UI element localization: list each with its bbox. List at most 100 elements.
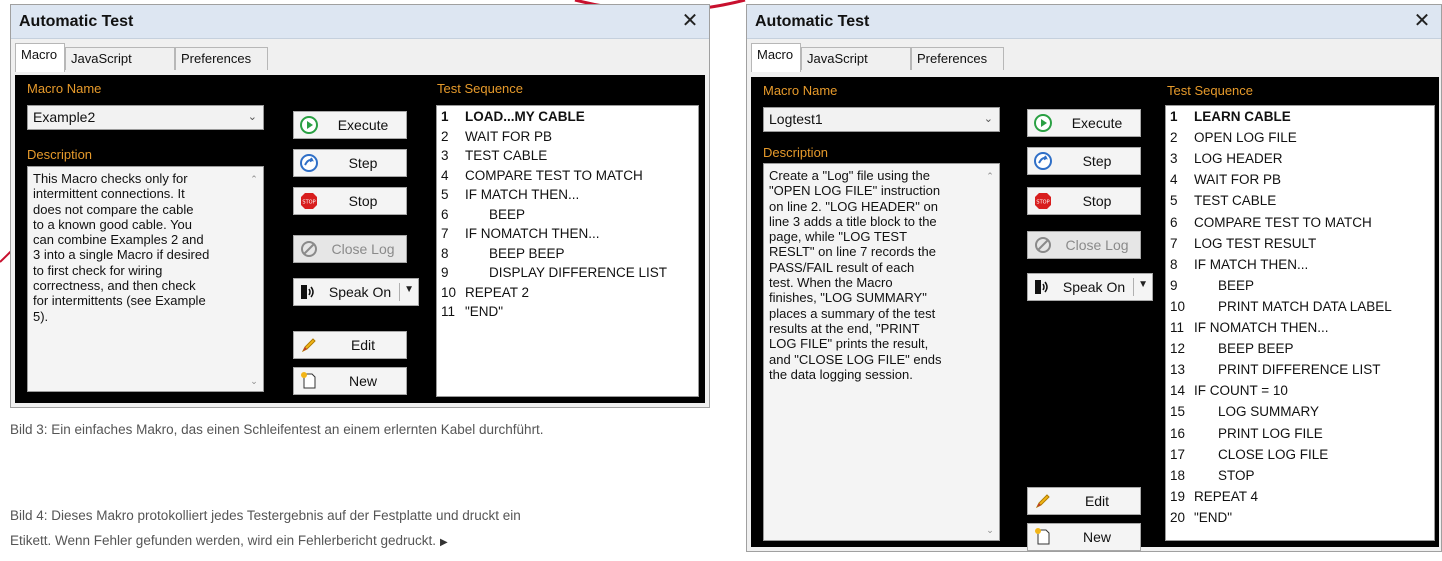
edit-label: Edit [1084, 493, 1110, 509]
tab-javascript[interactable]: JavaScript [65, 47, 175, 70]
macro-name-select[interactable]: Example2 ⌄ [27, 105, 264, 130]
sequence-row[interactable]: 11 "END" [441, 304, 696, 322]
sequence-row[interactable]: 16 PRINT LOG FILE [1170, 426, 1432, 444]
execute-button[interactable]: Execute [1027, 109, 1141, 137]
description-line: LOG FILE" prints the result, [769, 336, 929, 352]
close-icon[interactable]: ✕ [679, 10, 701, 32]
new-button[interactable]: New [293, 367, 407, 395]
description-line: correctness, and then check [33, 278, 196, 294]
stop-sign-icon: STOP [301, 193, 317, 209]
sequence-row[interactable]: 10 PRINT MATCH DATA LABEL [1170, 299, 1432, 317]
stop-button[interactable]: STOP Stop [293, 187, 407, 215]
edit-button[interactable]: Edit [293, 331, 407, 359]
sequence-row[interactable]: 15 LOG SUMMARY [1170, 404, 1432, 422]
tab-macro[interactable]: Macro [751, 43, 801, 72]
sequence-line-number: 10 [1170, 298, 1186, 314]
step-button[interactable]: Step [1027, 147, 1141, 175]
close-log-button[interactable]: Close Log [1027, 231, 1141, 259]
sequence-row[interactable]: 1 LEARN CABLE [1170, 109, 1432, 127]
sequence-line-number: 9 [1170, 277, 1178, 293]
close-icon[interactable]: ✕ [1411, 10, 1433, 32]
dropdown-arrow-icon[interactable]: ▼ [1138, 279, 1148, 290]
sequence-row[interactable]: 19 REPEAT 4 [1170, 489, 1432, 507]
description-textarea[interactable]: Create a "Log" file using the "OPEN LOG F… [763, 163, 1000, 541]
speak-on-button[interactable]: Speak On ▼ [293, 278, 419, 306]
description-scrollbar[interactable]: ⌃ ⌄ [982, 165, 998, 539]
speak-on-button[interactable]: Speak On ▼ [1027, 273, 1153, 301]
sequence-row[interactable]: 12 BEEP BEEP [1170, 341, 1432, 359]
sequence-row[interactable]: 20 "END" [1170, 510, 1432, 528]
sequence-instruction: BEEP BEEP [1218, 341, 1294, 357]
stop-sign-icon: STOP [1035, 193, 1051, 209]
close-log-button[interactable]: Close Log [293, 235, 407, 263]
edit-button[interactable]: Edit [1027, 487, 1141, 515]
sequence-row[interactable]: 5 IF MATCH THEN... [441, 187, 696, 205]
dropdown-arrow-icon[interactable]: ▼ [404, 284, 414, 295]
sequence-row[interactable]: 17 CLOSE LOG FILE [1170, 447, 1432, 465]
automatic-test-dialog-left: Automatic Test ✕ Macro JavaScript Prefer… [10, 4, 710, 408]
sequence-row[interactable]: 18 STOP [1170, 468, 1432, 486]
scroll-up-icon[interactable]: ⌃ [982, 169, 998, 183]
description-line: This Macro checks only for [33, 171, 188, 186]
sequence-row[interactable]: 14 IF COUNT = 10 [1170, 383, 1432, 401]
scroll-up-icon[interactable]: ⌃ [246, 172, 262, 186]
tab-javascript[interactable]: JavaScript [801, 47, 911, 70]
sequence-row[interactable]: 7 LOG TEST RESULT [1170, 236, 1432, 254]
sequence-row[interactable]: 4 COMPARE TEST TO MATCH [441, 168, 696, 186]
description-line: can combine Examples 2 and [33, 232, 204, 248]
sequence-row[interactable]: 13 PRINT DIFFERENCE LIST [1170, 362, 1432, 380]
sequence-row[interactable]: 1 LOAD...MY CABLE [441, 109, 696, 127]
sequence-row[interactable]: 6 BEEP [441, 207, 696, 225]
sequence-row[interactable]: 3 TEST CABLE [441, 148, 696, 166]
caption-bild-4-line-2: Etikett. Wenn Fehler gefunden werden, wi… [10, 533, 448, 548]
description-line: "OPEN LOG FILE" instruction [769, 183, 941, 199]
tab-preferences[interactable]: Preferences [175, 47, 268, 70]
sequence-line-number: 5 [1170, 193, 1178, 209]
sequence-row[interactable]: 9 DISPLAY DIFFERENCE LIST [441, 265, 696, 283]
sequence-row[interactable]: 6 COMPARE TEST TO MATCH [1170, 215, 1432, 233]
sequence-instruction: IF MATCH THEN... [465, 187, 580, 202]
new-button[interactable]: New [1027, 523, 1141, 551]
sequence-row[interactable]: 8 BEEP BEEP [441, 246, 696, 264]
sequence-line-number: 1 [441, 109, 449, 124]
test-sequence-list[interactable]: 1 LEARN CABLE 2 OPEN LOG FILE 3 LOG HEADER 4 WA… [1165, 105, 1435, 541]
sequence-line-number: 9 [441, 265, 449, 280]
sequence-row[interactable]: 3 LOG HEADER [1170, 151, 1432, 169]
chevron-down-icon[interactable]: ⌄ [984, 108, 993, 131]
sequence-line-number: 3 [1170, 151, 1178, 167]
sequence-instruction: TEST CABLE [1194, 193, 1277, 209]
sequence-row[interactable]: 2 WAIT FOR PB [441, 129, 696, 147]
description-textarea[interactable]: This Macro checks only for intermittent c… [27, 166, 264, 392]
sequence-row[interactable]: 9 BEEP [1170, 278, 1432, 296]
sequence-row[interactable]: 8 IF MATCH THEN... [1170, 257, 1432, 275]
step-button[interactable]: Step [293, 149, 407, 177]
sequence-line-number: 8 [1170, 256, 1178, 272]
stop-label: Stop [348, 193, 378, 209]
sequence-line-number: 18 [1170, 467, 1186, 483]
sequence-row[interactable]: 5 TEST CABLE [1170, 193, 1432, 211]
sequence-row[interactable]: 11 IF NOMATCH THEN... [1170, 320, 1432, 338]
stop-button[interactable]: STOP Stop [1027, 187, 1141, 215]
tab-preferences[interactable]: Preferences [911, 47, 1004, 70]
sequence-instruction: IF MATCH THEN... [1194, 256, 1309, 272]
sequence-row[interactable]: 10 REPEAT 2 [441, 285, 696, 303]
description-line: to first check for wiring [33, 262, 163, 278]
chevron-down-icon[interactable]: ⌄ [248, 106, 257, 129]
sequence-row[interactable]: 7 IF NOMATCH THEN... [441, 226, 696, 244]
scroll-down-icon[interactable]: ⌄ [982, 523, 998, 537]
tab-macro[interactable]: Macro [15, 43, 65, 72]
sequence-instruction: REPEAT 2 [465, 284, 530, 300]
scroll-down-icon[interactable]: ⌄ [246, 374, 262, 388]
description-line: page, while "LOG TEST [769, 229, 908, 245]
macro-name-select[interactable]: Logtest1 ⌄ [763, 107, 1000, 132]
description-scrollbar[interactable]: ⌃ ⌄ [246, 168, 262, 390]
sequence-instruction: BEEP [489, 206, 526, 222]
sequence-row[interactable]: 4 WAIT FOR PB [1170, 172, 1432, 190]
svg-text:STOP: STOP [1036, 200, 1049, 206]
description-line: 3 into a single Macro if desired [33, 247, 210, 263]
sequence-line-number: 6 [441, 206, 449, 222]
execute-button[interactable]: Execute [293, 111, 407, 139]
sequence-row[interactable]: 2 OPEN LOG FILE [1170, 130, 1432, 148]
sequence-instruction: LOG HEADER [1194, 151, 1283, 167]
test-sequence-list[interactable]: 1 LOAD...MY CABLE 2 WAIT FOR PB 3 TEST CABLE 4… [436, 105, 699, 397]
